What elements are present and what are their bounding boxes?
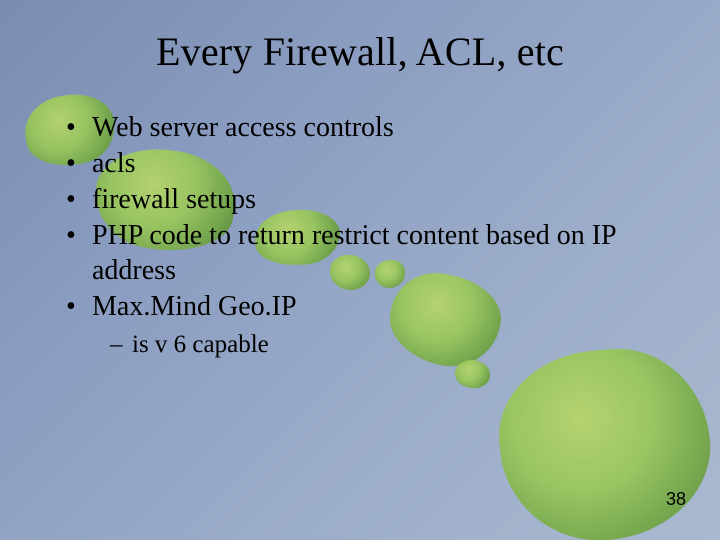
list-item: Web server access controls bbox=[62, 111, 670, 145]
list-item: acls bbox=[62, 147, 670, 181]
list-item-text: firewall setups bbox=[92, 184, 256, 215]
bullet-list: Web server access controls acls firewall… bbox=[62, 111, 670, 360]
list-item-text: Max.Mind Geo.IP bbox=[92, 291, 297, 322]
list-item-text: PHP code to return restrict content base… bbox=[92, 220, 616, 285]
sub-list-item: is v 6 capable bbox=[110, 330, 670, 361]
list-item-text: acls bbox=[92, 148, 136, 179]
list-item: Max.Mind Geo.IP is v 6 capable bbox=[62, 290, 670, 361]
list-item: firewall setups bbox=[62, 183, 670, 217]
slide-title: Every Firewall, ACL, etc bbox=[50, 28, 670, 75]
list-item-text: Web server access controls bbox=[92, 112, 394, 143]
list-item: PHP code to return restrict content base… bbox=[62, 219, 670, 287]
slide-content: Every Firewall, ACL, etc Web server acce… bbox=[0, 0, 720, 540]
sub-list-item-text: is v 6 capable bbox=[132, 331, 269, 358]
page-number: 38 bbox=[666, 489, 686, 510]
sub-list: is v 6 capable bbox=[110, 330, 670, 361]
